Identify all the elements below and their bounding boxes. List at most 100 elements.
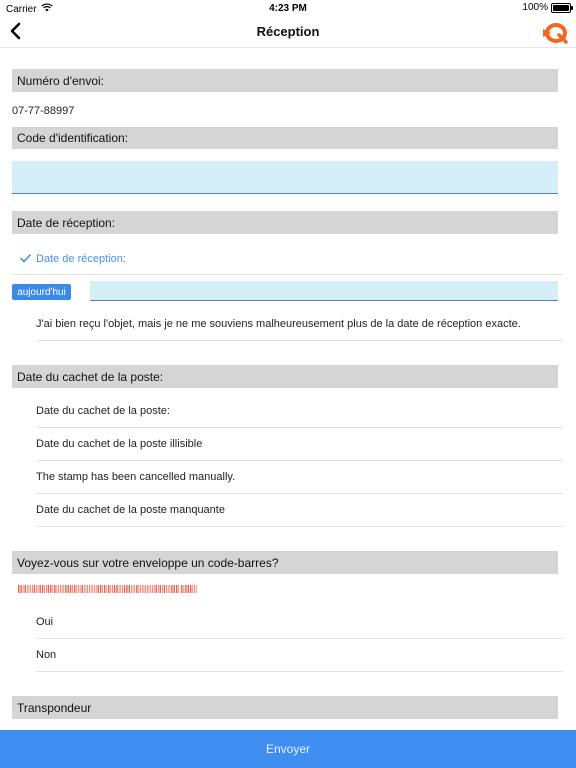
today-button[interactable]: aujourd'hui — [12, 284, 71, 300]
page-title: Réception — [256, 24, 320, 39]
barcode-stripe — [136, 585, 138, 593]
barcode-stripe — [39, 585, 41, 593]
barcode-stripe — [147, 585, 148, 593]
barcode-stripe — [173, 585, 175, 593]
barcode-yes-label: Oui — [36, 615, 54, 628]
submit-button[interactable]: Envoyer — [0, 730, 576, 768]
barcode-stripe — [26, 585, 28, 593]
postmark-option[interactable]: Date du cachet de la poste illisible — [36, 428, 563, 461]
brand-logo-icon — [542, 22, 568, 44]
barcode-stripe — [150, 585, 152, 593]
barcode-stripe — [183, 585, 185, 593]
status-right: 100% — [522, 2, 573, 13]
barcode-stripe — [132, 585, 134, 593]
postmark-option[interactable]: Date du cachet de la poste manquante — [36, 494, 563, 527]
barcode-stripe — [138, 585, 140, 593]
reception-date-input[interactable] — [90, 281, 558, 301]
barcode-stripe — [169, 585, 171, 593]
barcode-stripe — [126, 585, 128, 593]
barcode-stripe — [102, 585, 103, 593]
reception-date-option-label: Date de réception: — [36, 252, 126, 265]
forgot-date-option[interactable]: J'ai bien reçu l'objet, mais je ne me so… — [36, 308, 563, 341]
reception-date-option[interactable]: Date de réception: — [12, 243, 563, 275]
barcode-stripe — [94, 585, 95, 593]
barcode-stripe — [69, 585, 72, 593]
identification-code-input[interactable] — [12, 161, 558, 194]
barcode-stripe — [104, 585, 106, 593]
barcode-stripe — [185, 585, 187, 593]
status-bar: Carrier 4:23 PM 100% — [0, 0, 576, 18]
battery-tip — [571, 5, 573, 10]
barcode-stripe — [56, 585, 58, 593]
barcode-stripe — [18, 585, 20, 593]
barcode-stripe — [28, 585, 30, 593]
barcode-stripe — [134, 585, 136, 593]
postmark-option-label: Date du cachet de la poste: — [36, 405, 170, 417]
postmark-option[interactable]: Date du cachet de la poste: — [36, 395, 563, 428]
barcode-stripe — [52, 585, 54, 593]
barcode-no-option[interactable]: Non — [36, 639, 563, 672]
barcode-stripe — [74, 585, 76, 593]
barcode-stripe — [46, 585, 47, 593]
reception-date-header: Date de réception: — [12, 211, 558, 234]
barcode-stripe — [41, 585, 44, 593]
barcode-stripe — [171, 585, 173, 593]
barcode-stripe — [120, 585, 122, 593]
postmark-option-label: Date du cachet de la poste manquante — [36, 504, 225, 516]
barcode-stripe — [163, 585, 166, 593]
barcode-stripe — [95, 585, 97, 593]
barcode-no-label: Non — [36, 649, 57, 661]
barcode-stripe — [76, 585, 78, 593]
barcode-stripe — [195, 585, 197, 593]
barcode-stripe — [81, 585, 83, 593]
barcode-stripe — [152, 585, 153, 593]
barcode-icon — [18, 581, 198, 593]
barcode-stripe — [192, 585, 194, 593]
barcode-stripe — [78, 585, 79, 593]
barcode-stripe — [44, 585, 45, 593]
checkmark-icon — [12, 254, 36, 263]
barcode-stripe — [54, 585, 56, 593]
barcode-stripe — [20, 585, 22, 593]
shipment-number-header: Numéro d'envoi: — [12, 69, 558, 92]
barcode-stripe — [33, 585, 36, 593]
barcode-stripe — [162, 585, 163, 593]
battery-icon — [551, 2, 573, 13]
barcode-stripe — [113, 585, 116, 593]
barcode-stripe — [167, 585, 169, 593]
barcode-stripe — [72, 585, 73, 593]
postmark-option-label: The stamp has been cancelled manually. — [36, 471, 236, 483]
barcode-stripe — [140, 585, 141, 593]
barcode-stripe — [50, 585, 52, 593]
barcode-stripe — [83, 585, 85, 593]
barcode-stripe — [159, 585, 161, 593]
barcode-stripe — [153, 585, 155, 593]
barcode-question-header: Voyez-vous sur votre enveloppe un code-b… — [12, 551, 558, 574]
barcode-stripe — [122, 585, 123, 593]
postmark-option[interactable]: The stamp has been cancelled manually. — [36, 461, 563, 494]
barcode-stripe — [112, 585, 113, 593]
postmark-date-header: Date du cachet de la poste: — [12, 365, 558, 388]
forgot-date-label: J'ai bien reçu l'objet, mais je ne me so… — [36, 318, 521, 330]
barcode-stripe — [123, 585, 126, 593]
barcode-stripe — [157, 585, 159, 593]
barcode-stripe — [155, 585, 157, 593]
barcode-stripe — [61, 585, 63, 593]
status-time: 4:23 PM — [269, 3, 307, 14]
barcode-stripe — [178, 585, 180, 593]
barcode-stripe — [128, 585, 130, 593]
barcode-stripe — [181, 585, 183, 593]
barcode-stripe — [32, 585, 33, 593]
barcode-stripe — [190, 585, 192, 593]
transponder-header: Transpondeur — [12, 696, 558, 719]
barcode-stripe — [85, 585, 87, 593]
barcode-stripe — [87, 585, 88, 593]
barcode-stripe — [194, 585, 195, 593]
barcode-stripe — [99, 585, 102, 593]
barcode-stripe — [118, 585, 120, 593]
barcode-stripe — [145, 585, 146, 593]
battery-fill — [553, 4, 569, 11]
barcode-yes-option[interactable]: Oui — [36, 605, 563, 639]
barcode-stripe — [166, 585, 167, 593]
barcode-stripe — [37, 585, 39, 593]
